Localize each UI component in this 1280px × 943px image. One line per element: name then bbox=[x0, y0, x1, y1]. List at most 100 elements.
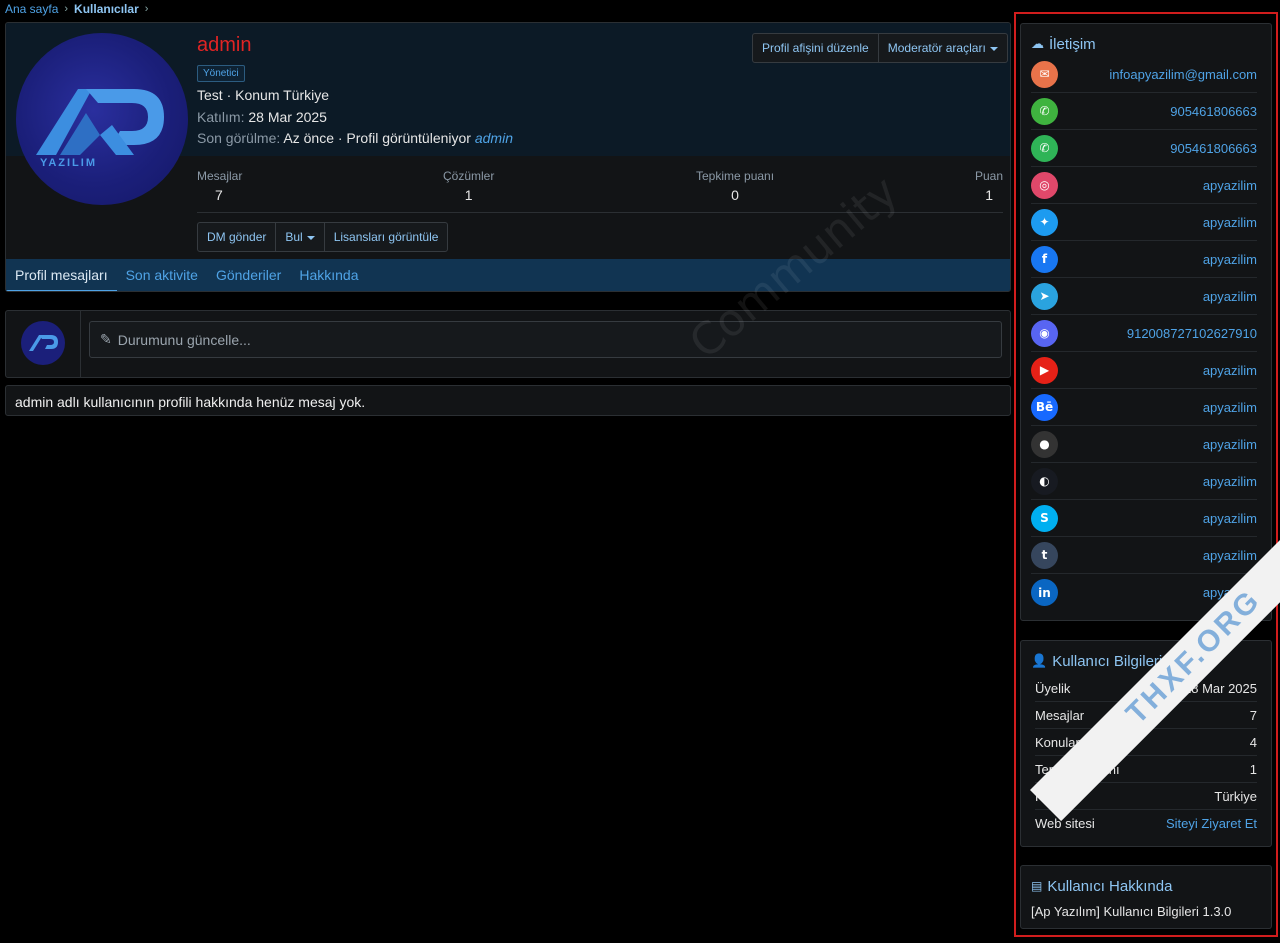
contact-value[interactable]: 905461806663 bbox=[1170, 104, 1257, 119]
empty-profile-message: admin adlı kullanıcının profili hakkında… bbox=[5, 385, 1011, 416]
profile-card: YAZILIM admin Yönetici Test · Konum Türk… bbox=[5, 22, 1011, 292]
chevron-right-icon: › bbox=[144, 3, 149, 15]
contact-row-facebook[interactable]: f apyazilim bbox=[1031, 241, 1257, 278]
contact-row-skype[interactable]: Sapyazilim bbox=[1031, 500, 1257, 537]
instagram-icon: ◎ bbox=[1031, 171, 1058, 199]
contact-value[interactable]: apyazilim bbox=[1203, 548, 1257, 563]
profile-tabs: Profil mesajları Son aktivite Gönderiler… bbox=[6, 259, 1010, 291]
contact-row-steam[interactable]: ◐ apyazilim bbox=[1031, 463, 1257, 500]
contact-row-tumblr[interactable]: t apyazilim bbox=[1031, 537, 1257, 574]
view-licenses-button[interactable]: Lisansları görüntüle bbox=[325, 223, 448, 251]
moderator-tools-button[interactable]: Moderatör araçları bbox=[879, 34, 1007, 62]
divider bbox=[80, 311, 81, 377]
find-button[interactable]: Bul bbox=[276, 223, 325, 251]
joined-value: 28 Mar 2025 bbox=[248, 109, 327, 125]
contact-value[interactable]: apyazilim bbox=[1203, 400, 1257, 415]
edit-banner-button[interactable]: Profil afişini düzenle bbox=[753, 34, 879, 62]
user-info-value: 4 bbox=[1249, 734, 1257, 750]
contact-row-email[interactable]: ✉ infoapyazilim@gmail.com bbox=[1031, 56, 1257, 93]
caret-down-icon bbox=[989, 46, 998, 51]
github-icon: ● bbox=[1031, 430, 1058, 458]
avatar[interactable]: YAZILIM bbox=[16, 33, 188, 205]
pencil-icon: ✎ bbox=[100, 331, 112, 347]
id-card-icon: ▤ bbox=[1031, 879, 1043, 893]
linkedin-icon: in bbox=[1031, 579, 1058, 606]
user-info-label: Üyelik bbox=[1035, 680, 1071, 696]
joined-label: Katılım: bbox=[197, 109, 245, 125]
profile-username[interactable]: admin bbox=[197, 34, 251, 57]
contact-list: ✉ infoapyazilim@gmail.com ✆ 905461806663 ✆ 90… bbox=[1021, 56, 1271, 611]
stat-label: Çözümler bbox=[443, 169, 495, 183]
caret-down-icon bbox=[306, 235, 315, 240]
contact-value[interactable]: apyazilim bbox=[1203, 474, 1257, 489]
tumblr-icon: t bbox=[1031, 541, 1058, 569]
avatar[interactable] bbox=[21, 321, 65, 365]
profile-last-seen: Son görülme: Az önce · Profil görüntülen… bbox=[197, 130, 513, 146]
contact-value[interactable]: apyazilim bbox=[1203, 511, 1257, 526]
breadcrumb-users[interactable]: Kullanıcılar bbox=[74, 2, 139, 16]
stat-value: 0 bbox=[731, 187, 739, 203]
avatar-text: YAZILIM bbox=[40, 157, 97, 169]
contact-value[interactable]: apyazilim bbox=[1203, 289, 1257, 304]
user-info-row: Web sitesi Siteyi Ziyaret Et bbox=[1035, 810, 1257, 837]
contact-row-phone[interactable]: ✆ 905461806663 bbox=[1031, 93, 1257, 130]
profile-title-location: Test · Konum Türkiye bbox=[197, 87, 330, 103]
stat-reaction-score[interactable]: Tepkime puanı 0 bbox=[696, 169, 774, 203]
contact-row-whatsapp[interactable]: ✆ 905461806663 bbox=[1031, 130, 1257, 167]
telegram-icon: ➤ bbox=[1031, 282, 1058, 310]
contact-block-title: ☁ İletişim bbox=[1021, 24, 1271, 56]
contact-row-twitter[interactable]: ✦ apyazilim bbox=[1031, 204, 1257, 241]
stat-messages[interactable]: Mesajlar 7 bbox=[197, 169, 242, 203]
ap-logo-icon bbox=[36, 89, 164, 155]
about-block-title: ▤ Kullanıcı Hakkında bbox=[1021, 866, 1271, 898]
ap-logo-icon bbox=[29, 335, 58, 351]
chevron-right-icon: › bbox=[64, 3, 69, 15]
tab-postings[interactable]: Gönderiler bbox=[207, 259, 290, 291]
user-info-value: 1 bbox=[1249, 761, 1257, 777]
stat-solutions[interactable]: Çözümler 1 bbox=[443, 169, 494, 203]
last-seen-label: Son görülme: bbox=[197, 130, 281, 146]
about-text: [Ap Yazılım] Kullanıcı Bilgileri 1.3.0 bbox=[1031, 904, 1232, 919]
contact-value[interactable]: 912008727102627910 bbox=[1127, 326, 1257, 341]
contact-value[interactable]: apyazilim bbox=[1203, 215, 1257, 230]
contact-value[interactable]: apyazilim bbox=[1203, 363, 1257, 378]
status-placeholder: Durumunu güncelle... bbox=[117, 331, 251, 348]
contact-row-youtube[interactable]: ▶ apyazilim bbox=[1031, 352, 1257, 389]
contact-row-behance[interactable]: Bē apyazilim bbox=[1031, 389, 1257, 426]
contact-value[interactable]: 905461806663 bbox=[1170, 141, 1257, 156]
youtube-icon: ▶ bbox=[1031, 356, 1058, 384]
tab-profile-posts[interactable]: Profil mesajları bbox=[6, 259, 117, 291]
contact-row-instagram[interactable]: ◎ apyazilim bbox=[1031, 167, 1257, 204]
breadcrumb: Ana sayfa › Kullanıcılar › bbox=[5, 2, 148, 16]
contact-block: ☁ İletişim ✉ infoapyazilim@gmail.com ✆ 9054… bbox=[1020, 23, 1272, 621]
profile-actions: DM gönder Bul Lisansları görüntüle bbox=[197, 222, 449, 252]
about-block: ▤ Kullanıcı Hakkında [Ap Yazılım] Kullan… bbox=[1020, 865, 1272, 929]
stat-label: Tepkime puanı bbox=[696, 169, 775, 183]
whatsapp-icon: ✆ bbox=[1031, 134, 1058, 162]
contact-value[interactable]: apyazilim bbox=[1203, 252, 1257, 267]
contact-value[interactable]: apyazilim bbox=[1203, 437, 1257, 452]
stat-label: Mesajlar bbox=[197, 169, 243, 183]
about-title: Kullanıcı Hakkında bbox=[1047, 877, 1173, 895]
contact-value[interactable]: infoapyazilim@gmail.com bbox=[1109, 67, 1257, 82]
website-link[interactable]: Siteyi Ziyaret Et bbox=[1166, 816, 1257, 831]
breadcrumb-home[interactable]: Ana sayfa bbox=[5, 2, 58, 16]
contact-row-discord[interactable]: ◉ 912008727102627910 bbox=[1031, 315, 1257, 352]
steam-icon: ◐ bbox=[1031, 467, 1058, 495]
behance-icon: Bē bbox=[1031, 393, 1058, 421]
last-seen-value: Az önce · Profil görüntüleniyor bbox=[283, 130, 471, 146]
stat-label: Puan bbox=[974, 169, 1003, 183]
contact-row-github[interactable]: ● apyazilim bbox=[1031, 426, 1257, 463]
stat-points[interactable]: Puan 1 bbox=[975, 169, 1003, 203]
status-update-box: ✎ Durumunu güncelle... bbox=[5, 310, 1011, 378]
role-badge: Yönetici bbox=[197, 65, 245, 82]
profile-header-actions: Profil afişini düzenle Moderatör araçlar… bbox=[752, 33, 1008, 63]
last-seen-user-link[interactable]: admin bbox=[475, 130, 513, 146]
user-info-label: Mesajlar bbox=[1035, 707, 1085, 723]
contact-value[interactable]: apyazilim bbox=[1203, 178, 1257, 193]
tab-latest-activity[interactable]: Son aktivite bbox=[117, 259, 207, 291]
status-input[interactable]: ✎ Durumunu güncelle... bbox=[89, 321, 1002, 358]
send-dm-button[interactable]: DM gönder bbox=[198, 223, 277, 251]
tab-about[interactable]: Hakkında bbox=[290, 259, 367, 291]
contact-row-telegram[interactable]: ➤ apyazilim bbox=[1031, 278, 1257, 315]
